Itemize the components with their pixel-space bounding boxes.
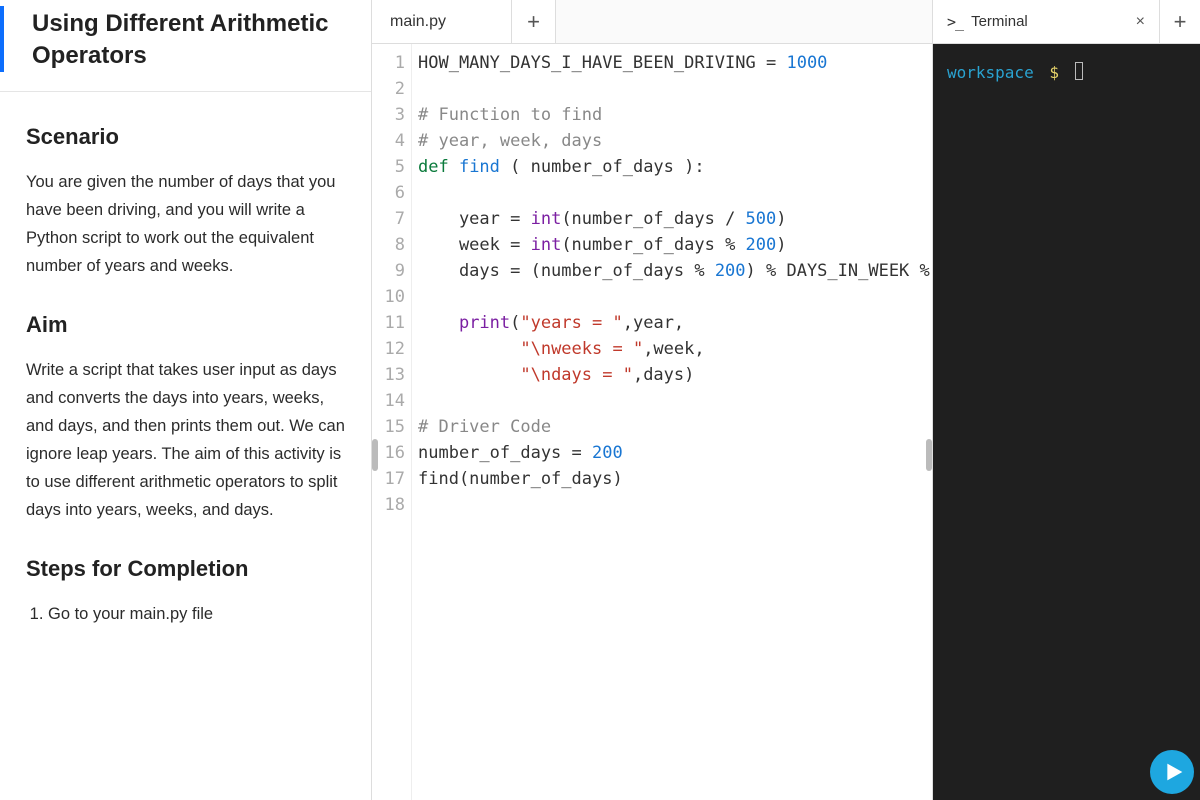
- code-line[interactable]: find(number_of_days): [418, 466, 926, 492]
- editor-panel: main.py + 123456789101112131415161718 HO…: [372, 0, 933, 800]
- terminal-tab[interactable]: >_ Terminal ×: [933, 0, 1160, 43]
- code-line[interactable]: [418, 388, 926, 414]
- code-line[interactable]: [418, 284, 926, 310]
- code-area[interactable]: HOW_MANY_DAYS_I_HAVE_BEEN_DRIVING = 1000…: [412, 44, 932, 800]
- code-line[interactable]: [418, 76, 926, 102]
- code-line[interactable]: days = (number_of_days % 200) % DAYS_IN_…: [418, 258, 926, 284]
- code-line[interactable]: print("years = ",year,: [418, 310, 926, 336]
- code-editor[interactable]: 123456789101112131415161718 HOW_MANY_DAY…: [372, 44, 932, 800]
- terminal-prompt-dir: workspace: [947, 63, 1034, 82]
- line-number: 1: [372, 50, 405, 76]
- section-heading-steps: Steps for Completion: [26, 556, 345, 582]
- section-heading-scenario: Scenario: [26, 124, 345, 150]
- code-line[interactable]: def find ( number_of_days ):: [418, 154, 926, 180]
- code-line[interactable]: number_of_days = 200: [418, 440, 926, 466]
- line-number: 18: [372, 492, 405, 518]
- editor-tab-main[interactable]: main.py: [372, 0, 512, 43]
- code-line[interactable]: HOW_MANY_DAYS_I_HAVE_BEEN_DRIVING = 1000: [418, 50, 926, 76]
- code-line[interactable]: [418, 492, 926, 518]
- terminal-tab-label: Terminal: [971, 13, 1028, 30]
- code-line[interactable]: # Driver Code: [418, 414, 926, 440]
- code-line[interactable]: "\nweeks = ",week,: [418, 336, 926, 362]
- line-number: 11: [372, 310, 405, 336]
- code-line[interactable]: # year, week, days: [418, 128, 926, 154]
- scrollbar-thumb[interactable]: [372, 439, 378, 471]
- code-line[interactable]: week = int(number_of_days % 200): [418, 232, 926, 258]
- line-number: 5: [372, 154, 405, 180]
- line-number: 9: [372, 258, 405, 284]
- code-line[interactable]: # Function to find: [418, 102, 926, 128]
- editor-tab-add[interactable]: +: [512, 0, 556, 43]
- terminal-tab-add[interactable]: +: [1160, 0, 1200, 43]
- section-body-scenario: You are given the number of days that yo…: [26, 168, 345, 280]
- line-number: 3: [372, 102, 405, 128]
- terminal-prompt-symbol: $: [1049, 63, 1059, 82]
- line-number-gutter: 123456789101112131415161718: [372, 44, 412, 800]
- plus-icon: +: [1174, 9, 1187, 35]
- terminal-panel: >_ Terminal × + workspace $: [933, 0, 1200, 800]
- terminal-body[interactable]: workspace $: [933, 44, 1200, 800]
- line-number: 6: [372, 180, 405, 206]
- line-number: 7: [372, 206, 405, 232]
- run-button[interactable]: [1150, 750, 1194, 794]
- step-item: Go to your main.py file: [48, 600, 345, 628]
- code-line[interactable]: "\ndays = ",days): [418, 362, 926, 388]
- instructions-panel: Using Different Arithmetic Operators Sce…: [0, 0, 372, 800]
- terminal-icon: >_: [947, 13, 963, 31]
- line-number: 8: [372, 232, 405, 258]
- scrollbar-thumb[interactable]: [926, 439, 932, 471]
- terminal-cursor: [1075, 62, 1083, 80]
- line-number: 12: [372, 336, 405, 362]
- play-icon: [1164, 762, 1184, 782]
- page-title: Using Different Arithmetic Operators: [26, 8, 345, 73]
- line-number: 2: [372, 76, 405, 102]
- code-line[interactable]: [418, 180, 926, 206]
- section-heading-aim: Aim: [26, 312, 345, 338]
- code-line[interactable]: year = int(number_of_days / 500): [418, 206, 926, 232]
- line-number: 14: [372, 388, 405, 414]
- line-number: 4: [372, 128, 405, 154]
- divider: [0, 91, 371, 92]
- editor-tabbar: main.py +: [372, 0, 932, 44]
- line-number: 13: [372, 362, 405, 388]
- editor-tab-label: main.py: [390, 13, 446, 31]
- section-body-aim: Write a script that takes user input as …: [26, 356, 345, 524]
- plus-icon: +: [527, 9, 540, 35]
- line-number: 15: [372, 414, 405, 440]
- line-number: 10: [372, 284, 405, 310]
- terminal-tabbar: >_ Terminal × +: [933, 0, 1200, 44]
- close-icon[interactable]: ×: [1136, 13, 1145, 31]
- steps-list: Go to your main.py file: [26, 600, 345, 628]
